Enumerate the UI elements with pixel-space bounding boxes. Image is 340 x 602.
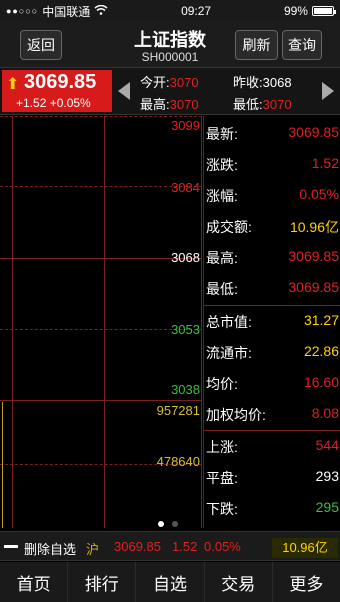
nav-header: 返回 上证指数 SH000001 刷新 查询 [0, 22, 340, 68]
remove-favorite-button[interactable]: 删除自选 [24, 539, 76, 558]
stat-row: 均价: 16.60 [206, 374, 339, 392]
grid-vline [12, 116, 13, 528]
page-title: 上证指数 [134, 30, 206, 50]
stat-value: 0.05% [299, 186, 339, 202]
stat-value: 3069.85 [288, 124, 339, 140]
price-scale-label: 3099 [171, 118, 200, 133]
stat-value: 544 [315, 437, 339, 453]
page-indicator [158, 521, 178, 527]
page-dot[interactable] [172, 521, 178, 527]
stat-value: 295 [315, 499, 339, 515]
stat-value: 16.60 [303, 374, 339, 390]
prev-stock-arrow-icon[interactable] [118, 82, 130, 100]
fav-change: 1.52 [172, 539, 198, 554]
stat-row: 下跌: 295 [206, 499, 339, 517]
tab-home[interactable]: 首页 [0, 562, 69, 602]
tab-ranking[interactable]: 排行 [68, 562, 137, 602]
carrier-label: 中国联通 [42, 4, 91, 19]
fav-amount: 10.96亿 [272, 538, 338, 558]
up-arrow-icon: ⬆ [6, 76, 20, 93]
grid-hline [0, 116, 202, 117]
current-price: 3069.85 [24, 71, 97, 93]
favorite-bar: 删除自选 沪 3069.85 1.52 0.05% 10.96亿 [0, 531, 340, 561]
stat-value: 10.96亿 [289, 219, 339, 235]
prev-close-quote: 昨收:3068 [233, 75, 292, 90]
fav-price: 3069.85 [114, 539, 161, 554]
page-dot[interactable] [158, 521, 164, 527]
stat-row: 涨跌: 1.52 [206, 155, 339, 173]
tab-favorites[interactable]: 自选 [136, 562, 205, 602]
stat-row: 流通市: 22.86 [206, 343, 339, 361]
stat-row: 上涨: 544 [206, 437, 339, 455]
high-quote: 最高:3070 [140, 97, 199, 112]
price-scale-label: 3038 [171, 382, 200, 397]
signal-icon: ●●○○○ [6, 6, 39, 16]
stat-row: 平盘: 293 [206, 468, 339, 486]
volume-scale-label: 957281 [156, 403, 200, 418]
back-button[interactable]: 返回 [20, 30, 62, 60]
price-bar: ⬆ 3069.85 +1.52 +0.05% 今开:3070 昨收:3068 最… [0, 68, 340, 115]
stat-row: 最新: 3069.85 [206, 124, 339, 142]
stat-row: 涨幅: 0.05% [206, 186, 339, 204]
market-label: 沪 [86, 542, 100, 557]
stats-panel: 最新: 3069.85 涨跌: 1.52 涨幅: 0.05% 成交额: 10.96亿 最… [203, 116, 340, 528]
stat-row: 最高: 3069.85 [206, 248, 339, 266]
clock: 09:27 [181, 4, 212, 18]
next-stock-arrow-icon[interactable] [322, 82, 334, 100]
stat-value: 3069.85 [288, 248, 339, 264]
stat-value: 3069.85 [288, 279, 339, 295]
stat-row: 成交额: 10.96亿 [206, 219, 339, 235]
stock-code: SH000001 [141, 50, 199, 64]
volume-scale-label: 478640 [156, 454, 200, 469]
stat-value: 8.08 [311, 405, 339, 421]
price-scale-label: 3068 [171, 250, 200, 265]
price-scale-label: 3084 [171, 180, 200, 195]
tab-more[interactable]: 更多 [273, 562, 340, 602]
price-scale-label: 3053 [171, 322, 200, 337]
volume-divider [0, 400, 202, 401]
grid-vline [104, 116, 105, 528]
wifi-icon [94, 4, 108, 18]
battery-percent: 99% [283, 4, 308, 18]
stat-value: 22.86 [303, 343, 339, 359]
stat-value: 293 [315, 468, 339, 484]
stat-row: 最低: 3069.85 [206, 279, 339, 297]
stat-value: 31.27 [303, 312, 339, 328]
battery-icon [311, 6, 336, 16]
intraday-chart[interactable]: 3099 3084 3068 3053 3038 957281 478640 [0, 116, 202, 528]
price-change: +1.52 +0.05% [16, 96, 91, 110]
stat-value: 1.52 [311, 155, 339, 171]
bottom-tab-bar: 首页 排行 自选 交易 更多 [0, 562, 340, 602]
low-quote: 最低:3070 [233, 97, 292, 112]
grid-vline [201, 116, 202, 528]
stat-row: 总市值: 31.27 [206, 312, 339, 330]
query-button[interactable]: 查询 [282, 30, 322, 60]
status-bar: ●●○○○ 中国联通 09:27 99% [0, 0, 340, 22]
volume-bar [2, 402, 3, 528]
fav-percent: 0.05% [204, 539, 241, 554]
price-box: ⬆ 3069.85 +1.52 +0.05% [2, 70, 112, 112]
open-quote: 今开:3070 [140, 75, 199, 90]
tab-trade[interactable]: 交易 [205, 562, 273, 602]
stat-row: 加权均价: 8.08 [206, 405, 339, 423]
refresh-button[interactable]: 刷新 [235, 30, 278, 60]
minus-icon[interactable] [4, 545, 18, 548]
